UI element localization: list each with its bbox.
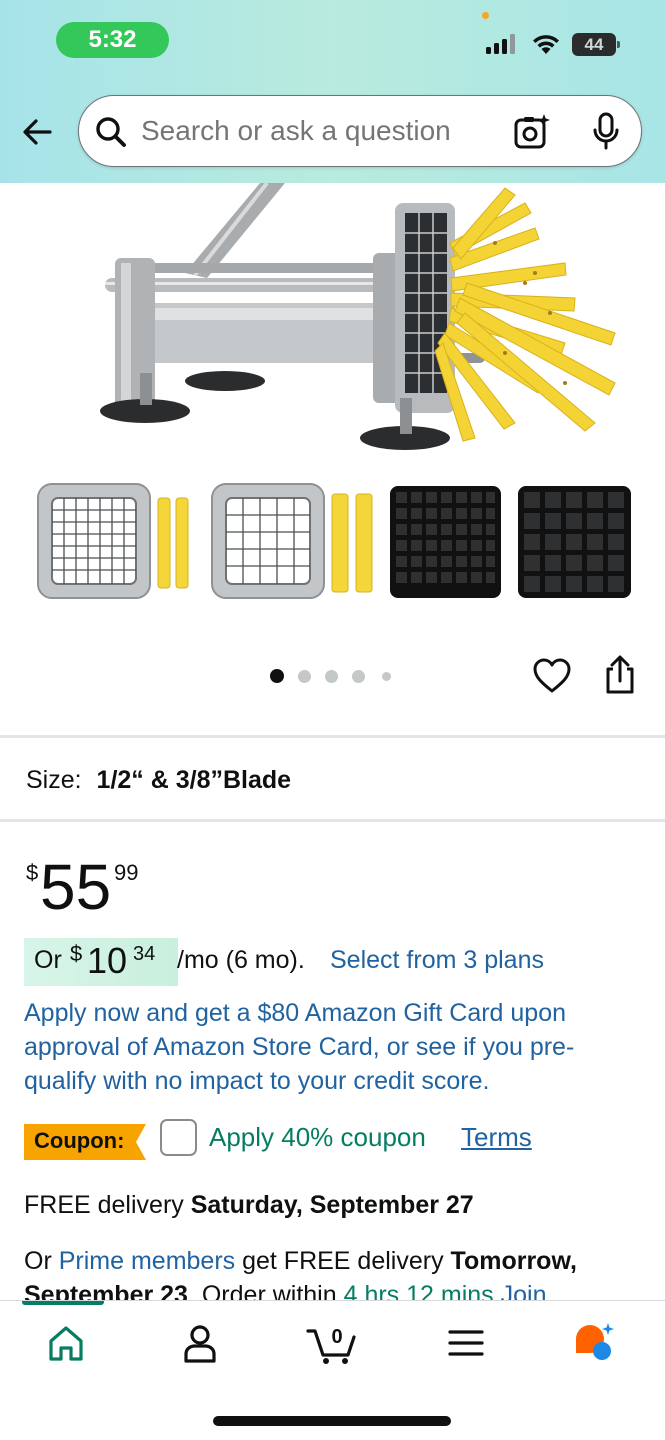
rufus-assistant-icon[interactable] <box>572 1321 616 1365</box>
apply-coupon-label[interactable]: Apply 40% coupon <box>209 1122 426 1153</box>
monthly-whole: 10 <box>87 940 128 981</box>
thumbnail-pusher-block-large[interactable] <box>516 480 633 602</box>
back-arrow-icon[interactable] <box>18 112 58 152</box>
pager-dot-4[interactable] <box>352 670 365 683</box>
store-card-offer-link[interactable]: Apply now and get a $80 Amazon Gift Card… <box>24 996 644 1098</box>
select-plans-link[interactable]: Select from 3 plans <box>330 946 544 975</box>
status-time: 5:32 <box>56 22 169 58</box>
thumbnail-half-inch-blade[interactable] <box>36 480 196 602</box>
monthly-prefix: Or <box>34 946 62 974</box>
divider <box>0 819 665 822</box>
privacy-indicator-dot <box>482 12 489 19</box>
coupon-label: Coupon: <box>34 1128 125 1153</box>
battery-cap <box>617 41 620 48</box>
monthly-currency: $ <box>70 941 83 966</box>
free-delivery-prefix: FREE delivery <box>24 1191 184 1219</box>
free-delivery-info: FREE delivery Saturday, September 27 <box>24 1191 474 1220</box>
menu-icon[interactable] <box>444 1321 488 1365</box>
top-header: 5:32 44 <box>0 0 665 183</box>
coupon-checkbox[interactable] <box>160 1119 197 1156</box>
account-icon[interactable] <box>178 1321 222 1365</box>
cellular-signal-icon <box>486 34 515 54</box>
free-delivery-date: Saturday, September 27 <box>190 1191 474 1219</box>
cart-count: 0 <box>331 1326 342 1348</box>
search-icon <box>96 117 126 147</box>
active-tab-indicator <box>22 1301 104 1305</box>
home-indicator-bar <box>213 1416 451 1426</box>
divider <box>0 735 665 738</box>
prime-members-link[interactable]: Prime members <box>59 1247 235 1275</box>
cart-icon[interactable]: 0 <box>306 1321 358 1365</box>
camera-lens-icon[interactable] <box>513 113 551 151</box>
search-input[interactable] <box>141 110 501 152</box>
pager-dot-1-active[interactable] <box>270 669 284 683</box>
home-icon[interactable] <box>44 1321 88 1365</box>
monthly-term: /mo (6 mo). <box>177 946 305 974</box>
share-icon[interactable] <box>603 655 637 695</box>
pager-dot-2[interactable] <box>298 670 311 683</box>
pager-dot-3[interactable] <box>325 670 338 683</box>
price-currency: $ <box>26 860 39 885</box>
price-fraction: 99 <box>114 860 139 885</box>
pager-dot-5[interactable] <box>382 672 391 681</box>
thumbnail-three-eighths-blade[interactable] <box>210 480 378 602</box>
prime-mid-text: get FREE delivery <box>242 1247 444 1275</box>
prime-or: Or <box>24 1247 52 1275</box>
microphone-icon[interactable] <box>591 112 621 152</box>
monthly-fraction: 34 <box>133 943 156 965</box>
coupon-terms-link[interactable]: Terms <box>461 1122 532 1153</box>
size-selector[interactable]: Size: 1/2“ & 3/8”Blade <box>26 766 291 795</box>
image-pager-dots[interactable] <box>270 668 400 684</box>
size-value: 1/2“ & 3/8”Blade <box>96 766 292 794</box>
heart-icon[interactable] <box>532 656 572 696</box>
search-bar[interactable] <box>78 95 642 167</box>
product-main-image[interactable] <box>95 183 625 453</box>
battery-icon: 44 <box>572 33 620 56</box>
thumbnail-pusher-block-small[interactable] <box>388 480 503 602</box>
size-label: Size: <box>26 766 82 794</box>
wifi-icon <box>533 35 559 54</box>
battery-level: 44 <box>572 33 616 56</box>
price-whole: 55 <box>40 851 112 923</box>
